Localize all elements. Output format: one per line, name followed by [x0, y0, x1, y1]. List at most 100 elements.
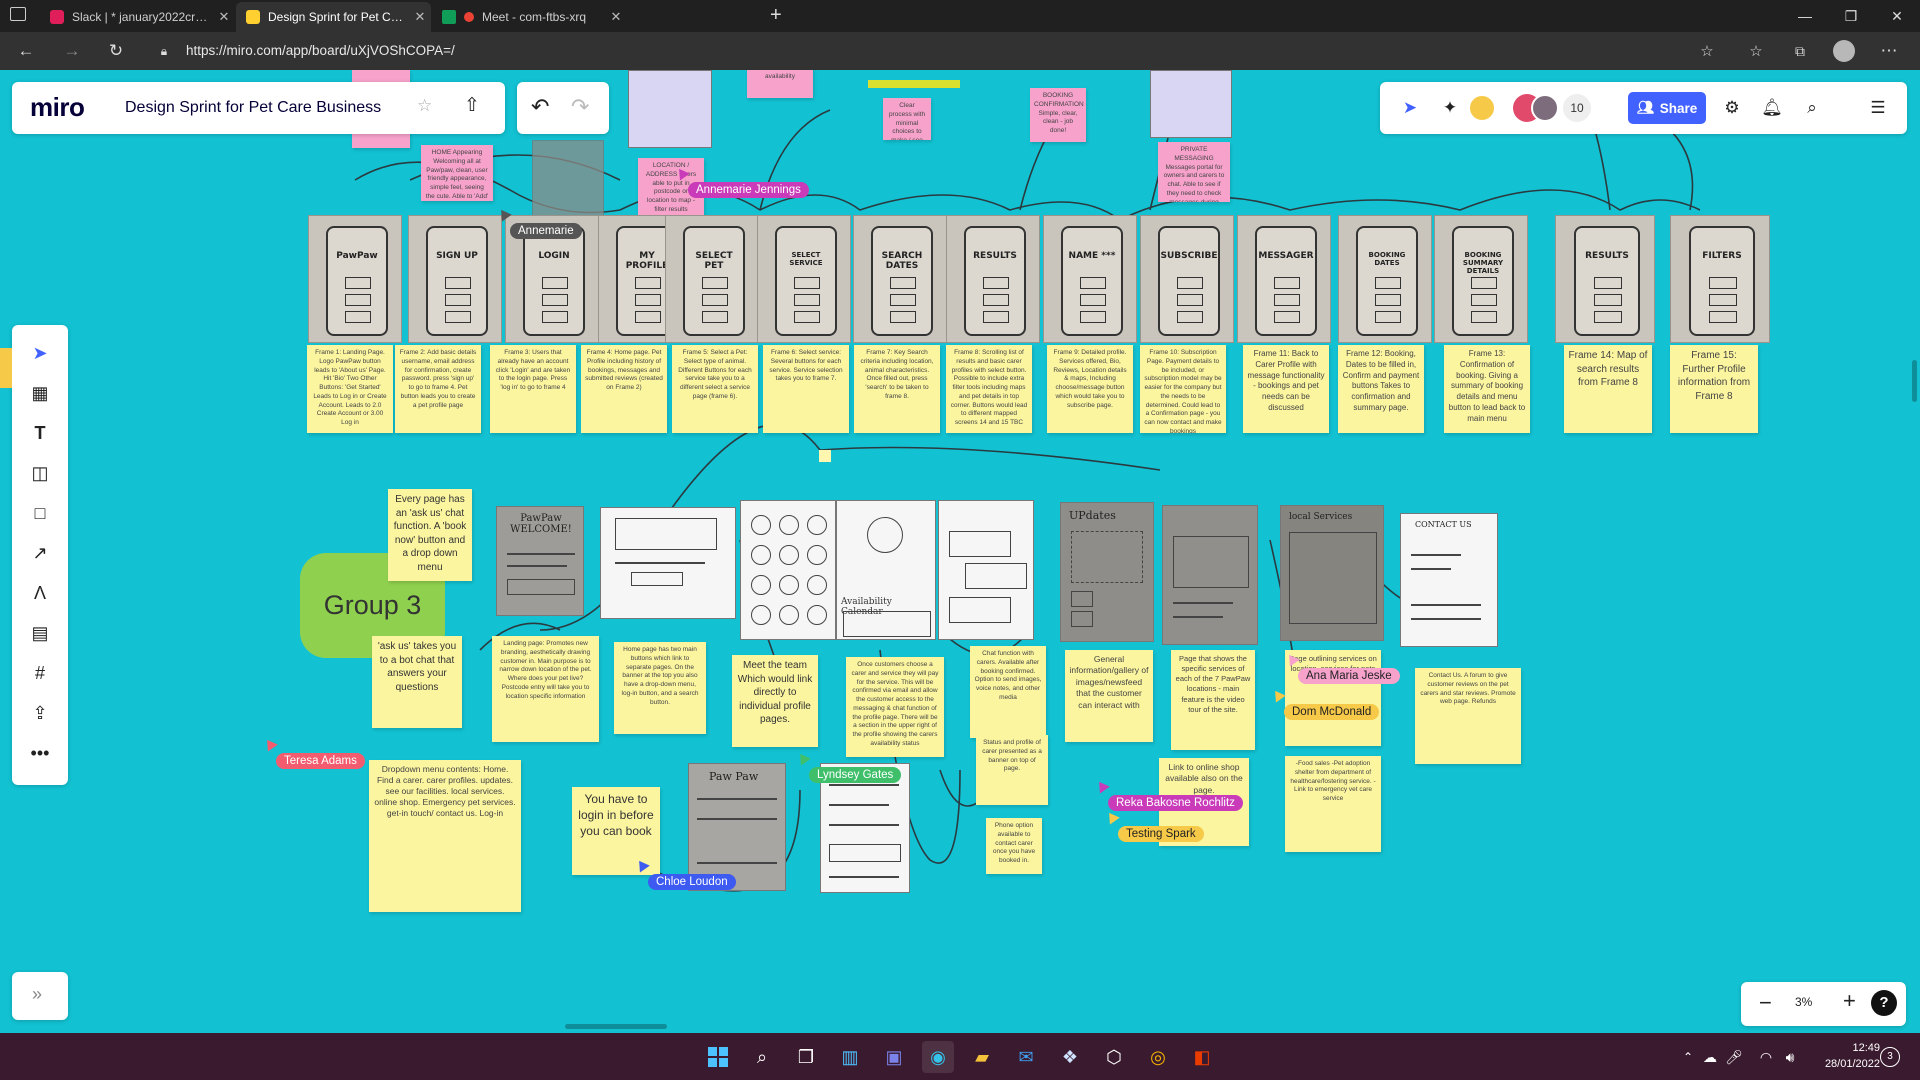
mail-icon[interactable]: ✉	[1010, 1041, 1042, 1073]
sketch-image[interactable]	[938, 500, 1034, 640]
sketch-image[interactable]	[628, 70, 712, 148]
sketch-image[interactable]: CONTACT US	[1400, 513, 1498, 647]
wireframe-frame[interactable]: RESULTS	[1555, 215, 1655, 343]
sticky-note[interactable]: PRIVATE MESSAGING Messages portal for ow…	[1158, 142, 1230, 202]
close-window-icon[interactable]: ✕	[1874, 0, 1920, 32]
minimap-scrollbar[interactable]	[565, 1024, 667, 1029]
wireframe-frame[interactable]: SIGN UP	[408, 215, 502, 343]
frame-note[interactable]: Frame 4: Home page. Pet Profile includin…	[581, 345, 667, 433]
frame-note[interactable]: Frame 7: Key Search criteria including l…	[854, 345, 940, 433]
vertical-scrollbar[interactable]	[1912, 360, 1917, 402]
file-explorer-icon[interactable]: ▰	[966, 1041, 998, 1073]
user-avatar[interactable]	[1468, 94, 1496, 122]
redo-icon[interactable]: ↷	[571, 94, 589, 120]
profile-avatar[interactable]	[1830, 38, 1858, 64]
toolbar-side-tab[interactable]	[0, 348, 12, 388]
favorites-icon[interactable]: ☆	[1742, 38, 1770, 64]
notification-badge[interactable]: 3	[1880, 1047, 1900, 1067]
miro-board-canvas[interactable]: browse dates / availability BOOKING CONF…	[0, 70, 1920, 1033]
wireframe-frame[interactable]: RESULTS	[946, 215, 1040, 343]
frame-note[interactable]: Frame 8: Scrolling list of results and b…	[946, 345, 1032, 433]
restore-icon[interactable]: ❐	[1828, 0, 1874, 32]
office-icon[interactable]: ◧	[1186, 1041, 1218, 1073]
frame-note[interactable]: Frame 14: Map of search results from Fra…	[1564, 345, 1652, 433]
collaborator-count[interactable]: 10	[1563, 94, 1591, 122]
task-view-icon[interactable]: ❐	[790, 1041, 822, 1073]
sticky-note[interactable]: Home page has two main buttons which lin…	[614, 642, 706, 734]
sticky-note[interactable]: Every page has an 'ask us' chat function…	[388, 489, 472, 581]
system-clock[interactable]: 12:49 28/01/2022	[1825, 1040, 1880, 1072]
url-field[interactable]: https://miro.com/app/board/uXjVOShCOPA=/	[186, 38, 455, 64]
shape-tool-icon[interactable]: □	[28, 501, 52, 525]
frame-note[interactable]: Frame 2: Add basic details username, ema…	[395, 345, 481, 433]
wireframe-frame[interactable]: MESSAGER	[1237, 215, 1331, 343]
start-icon[interactable]	[702, 1041, 734, 1073]
close-icon[interactable]: ✕	[605, 9, 627, 25]
board-title[interactable]: Design Sprint for Pet Care Business	[125, 99, 381, 117]
close-icon[interactable]: ✕	[213, 9, 235, 25]
select-tool-icon[interactable]: ➤	[28, 341, 52, 365]
wireframe-frame[interactable]: BOOKING SUMMARY DETAILS	[1434, 215, 1528, 343]
reactions-icon[interactable]: ✦	[1436, 94, 1464, 122]
frame-note[interactable]: Frame 11: Back to Carer Profile with mes…	[1243, 345, 1329, 433]
back-icon[interactable]: ←	[12, 38, 40, 64]
sticky-note[interactable]: 'ask us' takes you to a bot chat that an…	[372, 636, 462, 728]
frame-tool-icon[interactable]: #	[28, 661, 52, 685]
sticky-note[interactable]: -Food sales -Pet adoption shelter from d…	[1285, 756, 1381, 852]
tab-actions-icon[interactable]	[10, 7, 26, 21]
collections-icon[interactable]: ⧉	[1786, 38, 1814, 64]
frame-note[interactable]: Frame 3: Users that already have an acco…	[490, 345, 576, 433]
zoom-out-button[interactable]: −	[1759, 990, 1772, 1016]
refresh-icon[interactable]: ↻	[102, 38, 130, 64]
templates-icon[interactable]: ▦	[28, 381, 52, 405]
settings-sliders-icon[interactable]: ⚙	[1718, 94, 1746, 122]
sticky-note[interactable]: Dropdown menu contents: Home. Find a car…	[369, 760, 521, 912]
miro-logo[interactable]: miro	[30, 92, 85, 123]
chrome-icon[interactable]: ◎	[1142, 1041, 1174, 1073]
sketch-image[interactable]	[740, 500, 836, 640]
search-icon[interactable]: ⌕	[746, 1041, 778, 1073]
sticky-note[interactable]: Meet the team Which would link directly …	[732, 655, 818, 747]
sticky-note[interactable]: Page that shows the specific services of…	[1171, 650, 1255, 750]
pen-tool-icon[interactable]: Λ	[28, 581, 52, 605]
zoom-in-button[interactable]: +	[1843, 988, 1856, 1014]
edge-icon[interactable]: ◉	[922, 1041, 954, 1073]
selection-handle[interactable]	[819, 450, 831, 462]
frame-note[interactable]: Frame 12: Booking, Dates to be filled in…	[1338, 345, 1424, 433]
tab-slack[interactable]: Slack | * january2022creative-co ✕	[40, 2, 235, 32]
collaborator-avatar[interactable]	[1531, 94, 1559, 122]
expand-icon[interactable]: »	[32, 984, 42, 1005]
wireframe-frame[interactable]: FILTERS	[1670, 215, 1770, 343]
sticky-note-icon[interactable]: ◫	[28, 461, 52, 485]
board-menu-icon[interactable]: ☰	[1864, 94, 1892, 122]
sketch-image[interactable]: PawPaw WELCOME!	[496, 506, 584, 616]
more-icon[interactable]: ⋯	[1875, 38, 1903, 64]
frame-note[interactable]: Frame 5: Select a Pet: Select type of an…	[672, 345, 758, 433]
sticky-note[interactable]: Once customers choose a carer and servic…	[846, 657, 944, 757]
notifications-icon[interactable]: 🔔︎	[1758, 94, 1786, 122]
help-button[interactable]: ?	[1871, 990, 1897, 1016]
sticky-note[interactable]: Phone option available to contact carer …	[986, 818, 1042, 874]
sticky-note[interactable]: browse dates / availability	[747, 70, 813, 98]
app-icon[interactable]: ⬡	[1098, 1041, 1130, 1073]
sticky-note[interactable]: HOME Appearing Welcoming all at Paw/paw,…	[421, 145, 493, 201]
frame-note[interactable]: Frame 9: Detailed profile. Services offe…	[1047, 345, 1133, 433]
minimize-icon[interactable]: —	[1782, 0, 1828, 32]
sticky-note[interactable]: Landing page: Promotes new branding, aes…	[492, 636, 599, 742]
sketch-image[interactable]: UPdates	[1060, 502, 1154, 642]
sketch-image[interactable]	[1162, 505, 1258, 645]
comment-icon[interactable]: ▤	[28, 621, 52, 645]
more-tools-icon[interactable]: •••	[28, 741, 52, 765]
export-icon[interactable]: ⇧	[464, 94, 480, 117]
sketch-image[interactable]: Availability Calendar	[836, 500, 936, 640]
wireframe-frame[interactable]: SEARCH DATES	[853, 215, 947, 343]
wireframe-frame[interactable]: SUBSCRIBE	[1140, 215, 1234, 343]
search-icon[interactable]: ⌕	[1798, 94, 1826, 122]
sticky-note[interactable]: Chat function with carers. Available aft…	[970, 646, 1046, 738]
microphone-icon[interactable]: 🎤︎	[1718, 1041, 1750, 1073]
wireframe-frame[interactable]: PawPaw	[308, 215, 402, 343]
sketch-image[interactable]: local Services	[1280, 505, 1384, 641]
teams-icon[interactable]: ▣	[878, 1041, 910, 1073]
add-favorite-icon[interactable]: ☆	[1693, 38, 1721, 64]
sticky-note[interactable]: Page outlining services on location. ser…	[1285, 650, 1381, 746]
